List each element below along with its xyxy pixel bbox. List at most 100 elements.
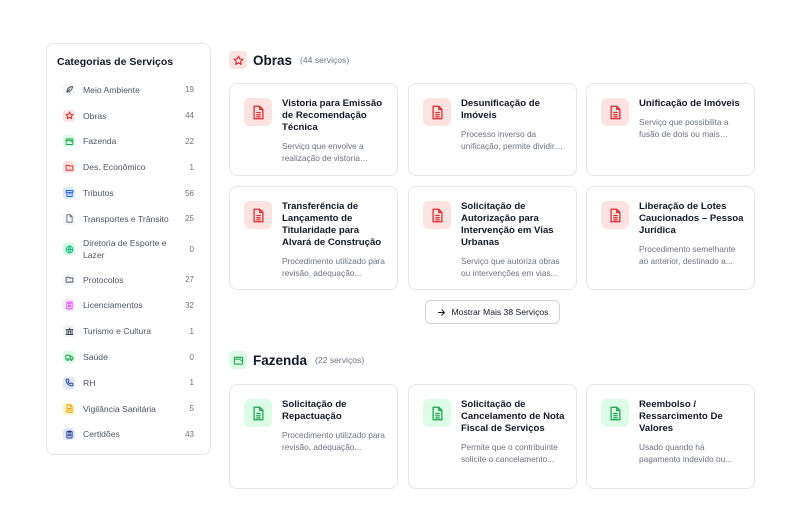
sidebar-item-label: Saúde bbox=[83, 352, 108, 363]
service-card[interactable]: Solicitação de Autorização para Interven… bbox=[408, 186, 577, 290]
section-title: Fazenda bbox=[253, 352, 308, 368]
folder-icon bbox=[63, 273, 75, 286]
sidebar-item-obras[interactable]: Obras 44 bbox=[57, 103, 200, 129]
sidebar-item-label: Fazenda bbox=[83, 136, 117, 147]
card-title: Liberação de Lotes Caucionados – Pessoa … bbox=[639, 201, 744, 236]
building-icon bbox=[63, 299, 75, 312]
document-icon bbox=[423, 201, 451, 229]
sidebar-item-rh[interactable]: RH 1 bbox=[57, 370, 200, 396]
sidebar-item-count: 1 bbox=[189, 378, 194, 388]
sidebar-item-label: Vigilância Sanitária bbox=[83, 403, 156, 414]
service-card[interactable]: Solicitação de Repactuação Procedimento … bbox=[229, 384, 398, 489]
sidebar-item-label: Tributos bbox=[83, 188, 114, 199]
card-description: Serviço que envolve a realização de vist… bbox=[282, 140, 364, 163]
sidebar-item-meio-ambiente[interactable]: Meio Ambiente 19 bbox=[57, 77, 200, 103]
document-icon bbox=[244, 201, 272, 229]
star-icon bbox=[63, 109, 75, 122]
service-card[interactable]: Unificação de Imóveis Serviço que possib… bbox=[586, 83, 755, 176]
categories-sidebar: Categorias de Serviços Meio Ambiente 19 Ob… bbox=[46, 43, 211, 455]
truck-icon bbox=[63, 351, 75, 364]
fazenda-section-header: Fazenda (22 serviços) bbox=[229, 351, 364, 369]
sidebar-item-count: 5 bbox=[189, 404, 194, 414]
document-icon bbox=[244, 399, 272, 427]
card-description: Permite que o contribuinte solicite o ca… bbox=[461, 441, 558, 464]
sidebar-item-count: 0 bbox=[189, 244, 194, 254]
sidebar-item-protocolos[interactable]: Protocolos 27 bbox=[57, 267, 200, 293]
phone-icon bbox=[63, 376, 75, 389]
document-icon bbox=[423, 399, 451, 427]
sidebar-item-des-economico[interactable]: Des. Econômico 1 bbox=[57, 154, 200, 180]
card-title: Desunificação de Imóveis bbox=[461, 98, 540, 121]
card-title: Reembolso / Ressarcimento De Valores bbox=[639, 399, 723, 434]
section-count: (22 serviços) bbox=[315, 355, 365, 365]
sidebar-item-label: Turismo e Cultura bbox=[83, 326, 151, 337]
globe-icon bbox=[63, 243, 75, 256]
sidebar-item-tributos[interactable]: Tributos 56 bbox=[57, 180, 200, 206]
service-card[interactable]: Transferência de Lançamento de Titularid… bbox=[229, 186, 398, 290]
sidebar-item-label: Licenciamentos bbox=[83, 300, 143, 311]
sidebar-item-count: 32 bbox=[185, 300, 194, 310]
card-title: Vistoria para Emissão de Recomendação Té… bbox=[282, 98, 383, 133]
sidebar-item-count: 43 bbox=[185, 429, 194, 439]
sidebar-item-certidoes[interactable]: Certidões 43 bbox=[57, 422, 200, 448]
service-card[interactable]: Desunificação de Imóveis Processo invers… bbox=[408, 83, 577, 176]
sidebar-item-vigilancia-sanitaria[interactable]: Vigilância Sanitária 5 bbox=[57, 396, 200, 422]
category-list: Meio Ambiente 19 Obras 44 Fazenda 22 Des. Econ… bbox=[57, 77, 200, 447]
card-description: Procedimento utilizado para revisão, ade… bbox=[282, 429, 385, 452]
show-more-label: Mostrar Mais 38 Serviços bbox=[451, 307, 549, 317]
wallet-icon bbox=[63, 135, 75, 148]
landmark-icon bbox=[63, 325, 75, 338]
sidebar-item-label: Transportes e Trânsito bbox=[83, 213, 169, 224]
file-icon bbox=[63, 212, 75, 225]
document-icon bbox=[601, 201, 629, 229]
sidebar-item-label: Des. Econômico bbox=[83, 162, 146, 173]
sidebar-item-turismo-e-cultura[interactable]: Turismo e Cultura 1 bbox=[57, 318, 200, 344]
sidebar-item-saude[interactable]: Saúde 0 bbox=[57, 344, 200, 370]
card-description: Processo inverso da unificação, permite … bbox=[461, 128, 555, 151]
card-description: Procedimento semelhante ao anterior, des… bbox=[639, 243, 736, 266]
card-title: Unificação de Imóveis bbox=[639, 98, 740, 109]
document-icon bbox=[63, 402, 75, 415]
sidebar-item-licenciamentos[interactable]: Licenciamentos 32 bbox=[57, 293, 200, 319]
sidebar-item-count: 56 bbox=[185, 188, 194, 198]
folder-icon bbox=[63, 161, 75, 174]
card-description: Serviço que autoriza obras ou intervençõ… bbox=[461, 255, 560, 278]
sidebar-item-label: RH bbox=[83, 377, 96, 388]
service-card[interactable]: Vistoria para Emissão de Recomendação Té… bbox=[229, 83, 398, 176]
sidebar-item-count: 22 bbox=[185, 136, 194, 146]
sidebar-item-label: Diretoria de Esporte e Lazer bbox=[83, 238, 167, 261]
sidebar-item-label: Certidões bbox=[83, 429, 120, 440]
card-title: Solicitação de Cancelamento de Nota Fisc… bbox=[461, 399, 565, 434]
sidebar-item-count: 1 bbox=[189, 162, 194, 172]
service-card[interactable]: Reembolso / Ressarcimento De Valores Usa… bbox=[586, 384, 755, 489]
sidebar-item-count: 1 bbox=[189, 326, 194, 336]
star-icon bbox=[229, 51, 247, 69]
sidebar-item-diretoria-de-esporte-e-lazer[interactable]: Diretoria de Esporte e Lazer 0 bbox=[57, 232, 200, 267]
card-title: Solicitação de Repactuação bbox=[282, 399, 347, 422]
sidebar-item-label: Meio Ambiente bbox=[83, 84, 140, 95]
arrow-right-icon bbox=[437, 308, 445, 316]
sidebar-item-count: 27 bbox=[185, 275, 194, 285]
document-icon bbox=[601, 399, 629, 427]
sidebar-item-transportes-e-transito[interactable]: Transportes e Trânsito 25 bbox=[57, 206, 200, 232]
sidebar-item-count: 19 bbox=[185, 85, 194, 95]
card-title: Solicitação de Autorização para Interven… bbox=[461, 201, 554, 248]
section-count: (44 serviços) bbox=[300, 55, 350, 65]
show-more-button[interactable]: Mostrar Mais 38 Serviços bbox=[425, 300, 560, 324]
clipboard-icon bbox=[63, 428, 75, 441]
card-description: Usado quando há pagamento indevido ou... bbox=[639, 441, 733, 464]
service-card[interactable]: Solicitação de Cancelamento de Nota Fisc… bbox=[408, 384, 577, 489]
sidebar-title: Categorias de Serviços bbox=[57, 56, 174, 68]
sidebar-item-count: 25 bbox=[185, 214, 194, 224]
sidebar-item-label: Obras bbox=[83, 110, 107, 121]
service-card[interactable]: Liberação de Lotes Caucionados – Pessoa … bbox=[586, 186, 755, 290]
card-description: Serviço que possibilita a fusão de dois … bbox=[639, 116, 729, 139]
leaf-icon bbox=[63, 83, 75, 96]
wallet-icon bbox=[229, 351, 247, 369]
document-icon bbox=[601, 98, 629, 126]
card-description: Procedimento utilizado para revisão, ade… bbox=[282, 255, 385, 278]
sidebar-item-fazenda[interactable]: Fazenda 22 bbox=[57, 129, 200, 155]
document-icon bbox=[244, 98, 272, 126]
sidebar-item-label: Protocolos bbox=[83, 274, 124, 285]
sidebar-item-count: 44 bbox=[185, 111, 194, 121]
